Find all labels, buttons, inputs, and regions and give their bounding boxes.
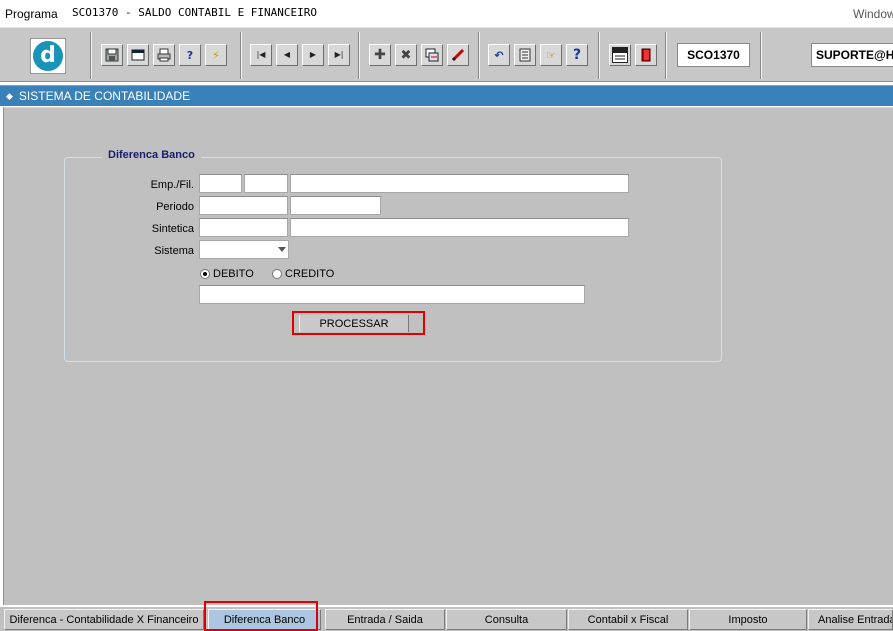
last-record-button[interactable]: ▶| [328,44,350,66]
query-icon: ? [186,48,194,62]
tab-analise-entradas[interactable]: Analise Entradas [808,609,893,630]
previous-record-icon: ◀ [283,50,291,59]
logo-d-icon: d [33,41,63,71]
print-button[interactable] [153,44,175,66]
radio-credito-label: CREDITO [285,268,335,280]
system-icon: ◆ [6,90,13,101]
edit-icon [451,48,465,62]
insert-record-button[interactable]: ✚ [369,44,391,66]
user-name: SUPORTE@HOM [811,43,893,67]
sintetica-input[interactable] [199,218,288,237]
chevron-down-icon [278,247,286,252]
last-record-icon: ▶| [334,50,344,59]
toolbar-separator [598,32,600,79]
menu-windows[interactable]: Windows [853,7,893,21]
fil-input[interactable] [244,174,288,193]
menu-bar: Programa SCO1370 - SALDO CONTABIL E FINA… [0,0,893,26]
tab-consulta[interactable]: Consulta [446,609,567,630]
radio-debito-label: DEBITO [213,268,254,280]
exit-icon [641,48,651,62]
sintetica-label: Sintetica [151,223,194,235]
menu-icon [612,47,628,63]
periodo-start-input[interactable] [199,196,288,215]
emp-input[interactable] [199,174,242,193]
first-record-icon: |◀ [256,50,266,59]
window-button[interactable] [127,44,149,66]
undo-icon: ↶ [494,48,504,62]
periodo-label: Periodo [156,201,194,213]
radio-debito[interactable]: DEBITO [200,268,254,280]
previous-record-button[interactable]: ◀ [276,44,298,66]
system-title: SISTEMA DE CONTABILIDADE [18,89,191,103]
tab-imposto[interactable]: Imposto [689,609,807,630]
help-button[interactable]: ? [566,44,588,66]
next-record-icon: ▶ [309,50,317,59]
execute-query-button[interactable]: ⚡ [205,44,227,66]
hand-icon: ☞ [546,48,556,62]
menu-button[interactable] [609,44,631,66]
toolbar-separator [240,32,242,79]
toolbar-separator [665,32,667,79]
emp-description-field[interactable] [290,174,629,193]
toolbar-separator [760,32,762,79]
list-icon [519,48,531,62]
app-logo: d [30,38,66,74]
tab-highlight [204,601,318,631]
hand-button[interactable]: ☞ [540,44,562,66]
group-title: Diferenca Banco [102,149,201,161]
tab-entrada-saida[interactable]: Entrada / Saida [325,609,445,630]
sistema-label: Sistema [154,245,194,257]
exit-button[interactable] [635,44,657,66]
save-icon [105,48,119,62]
undo-button[interactable]: ↶ [488,44,510,66]
save-button[interactable] [101,44,123,66]
toolbar-separator [90,32,92,79]
edit-button[interactable] [447,44,469,66]
toolbar-separator [478,32,480,79]
duplicate-button[interactable] [421,44,443,66]
first-record-button[interactable]: |◀ [250,44,272,66]
menu-programa[interactable]: Programa [5,7,58,21]
radio-debito-circle [200,269,210,279]
periodo-end-input[interactable] [290,196,381,215]
list-button[interactable] [514,44,536,66]
execute-query-icon: ⚡ [212,48,220,62]
emp-fil-label: Emp./Fil. [150,179,194,191]
next-record-button[interactable]: ▶ [302,44,324,66]
toolbar: d ? ⚡ |◀ ◀ ▶ ▶| ✚ ✖ ↶ ☞ ? SCO1370 SUPORT… [0,27,893,82]
print-icon [157,48,171,62]
insert-record-icon: ✚ [374,47,386,63]
radio-credito[interactable]: CREDITO [272,268,334,280]
tab-bar: Diferenca - Contabilidade X Financeiro D… [0,606,893,631]
processar-button[interactable]: PROCESSAR [299,315,409,332]
sintetica-description-field[interactable] [290,218,629,237]
query-button[interactable]: ? [179,44,201,66]
radio-credito-circle [272,269,282,279]
window-icon [131,49,145,61]
duplicate-icon [425,48,439,62]
help-icon: ? [572,47,582,63]
message-field [199,285,585,304]
program-code: SCO1370 [677,43,750,67]
tab-contabil-x-fiscal[interactable]: Contabil x Fiscal [568,609,688,630]
system-title-bar: ◆ SISTEMA DE CONTABILIDADE [0,85,893,106]
window-title: SCO1370 - SALDO CONTABIL E FINANCEIRO [72,6,318,19]
toolbar-separator [358,32,360,79]
delete-record-icon: ✖ [400,47,412,63]
delete-record-button[interactable]: ✖ [395,44,417,66]
tab-diferenca-contabilidade-financeiro[interactable]: Diferenca - Contabilidade X Financeiro [4,609,204,630]
sistema-select[interactable] [199,240,289,259]
